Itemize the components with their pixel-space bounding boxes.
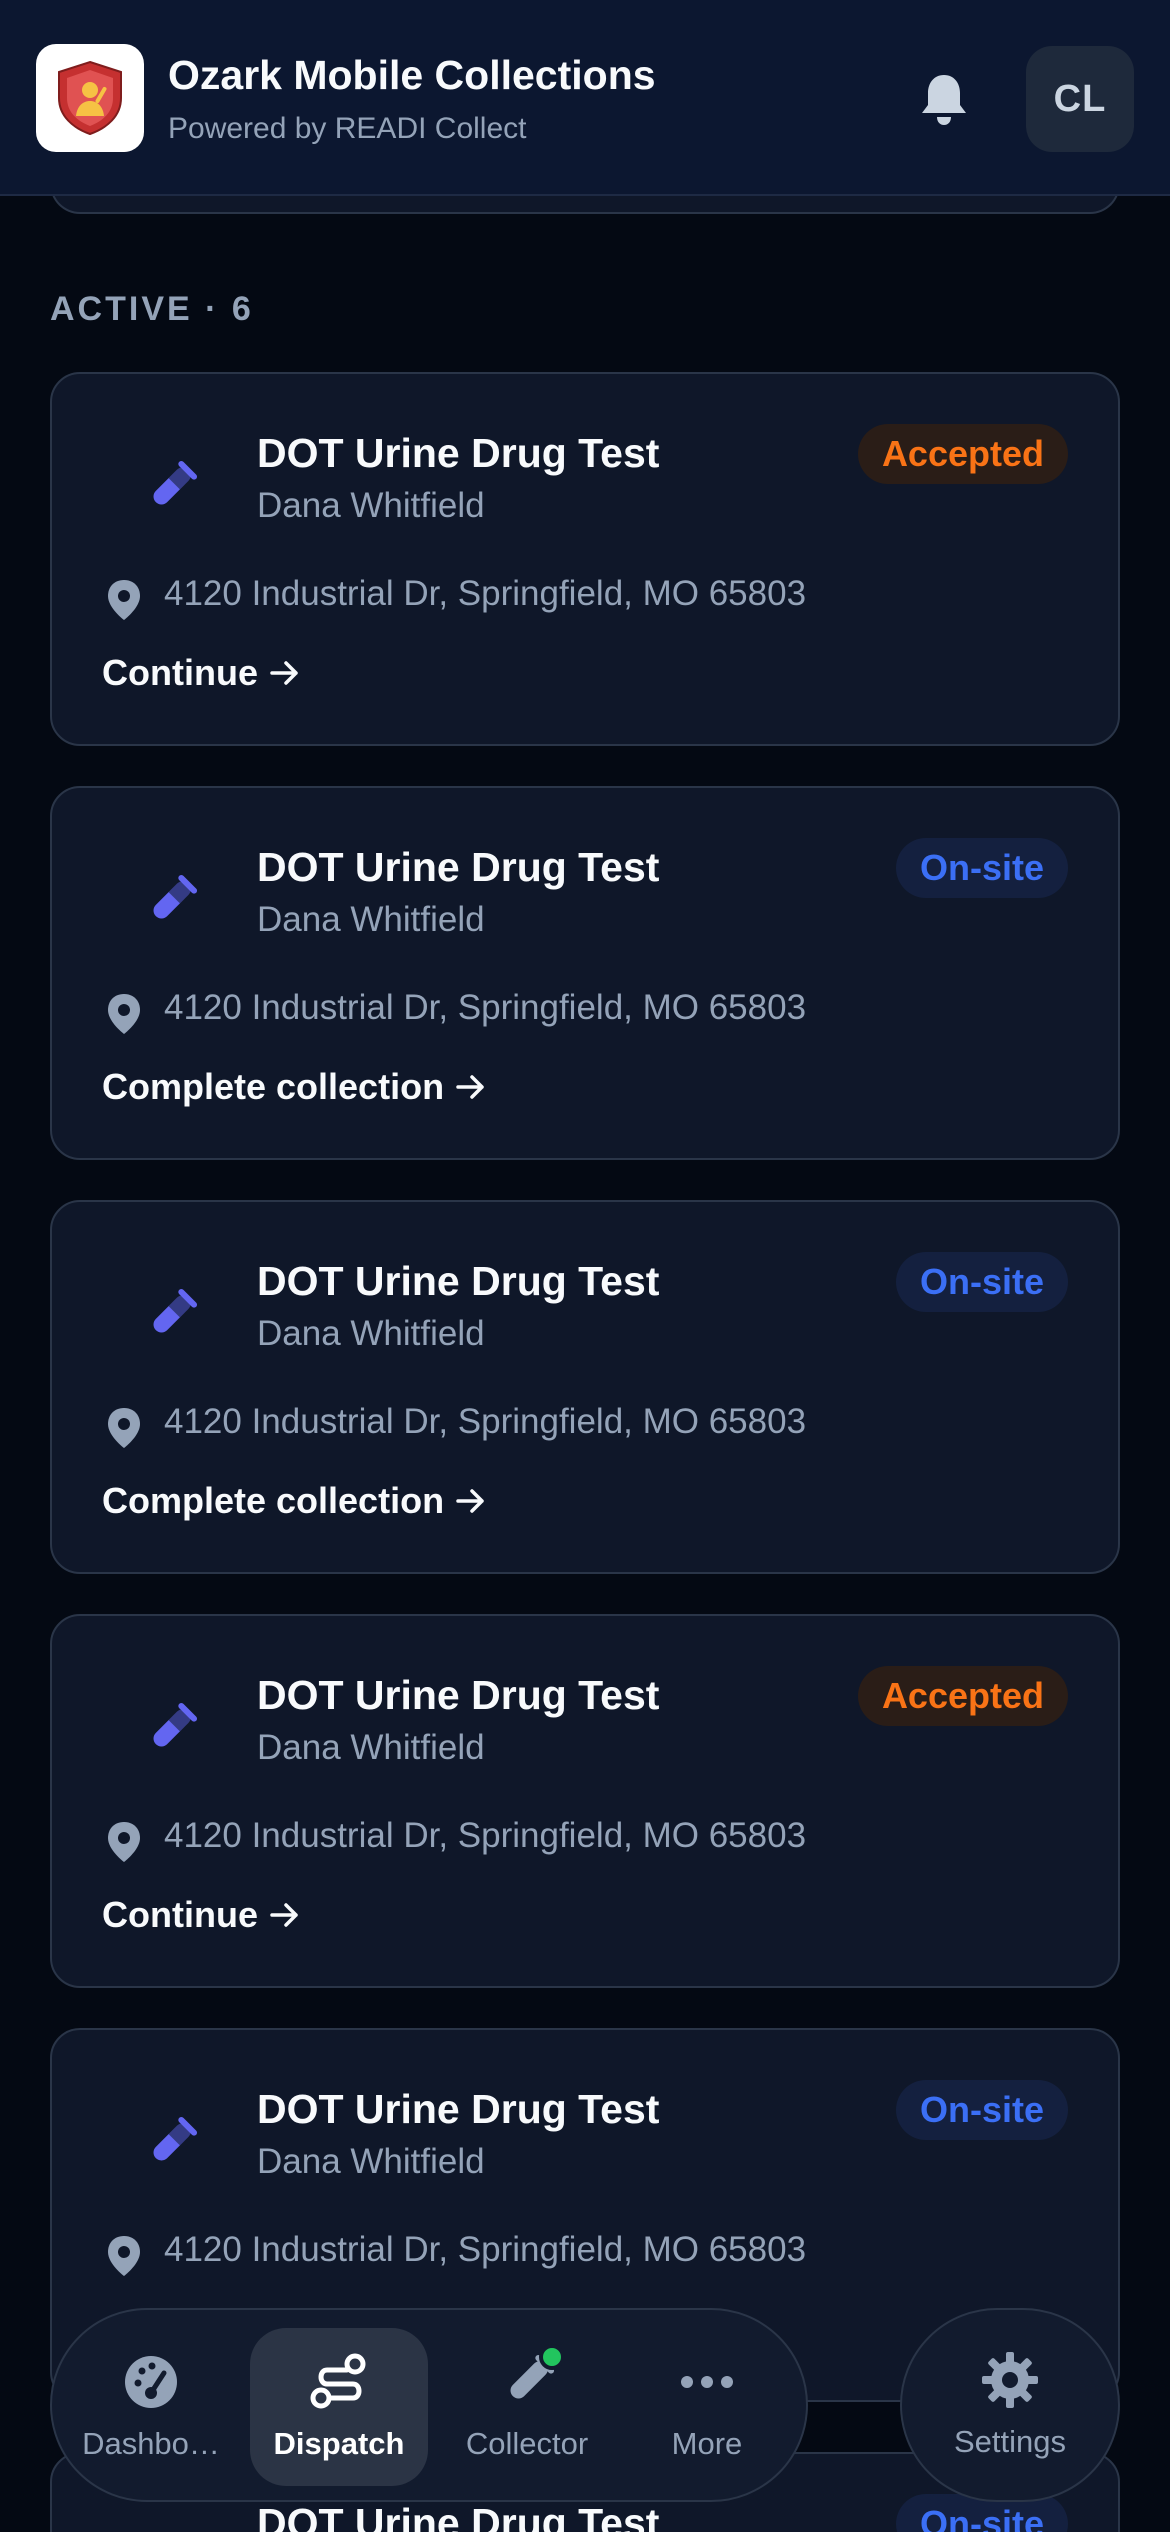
donor-name: Dana Whitfield [257, 900, 485, 939]
action-label: Complete collection [102, 1066, 445, 1107]
gauge-icon [121, 2352, 181, 2412]
arrow-right-icon [456, 1489, 484, 1513]
test-tube-icon [122, 2514, 218, 2532]
job-address: 4120 Industrial Dr, Springfield, MO 6580… [164, 1816, 807, 1855]
job-card[interactable]: DOT Urine Drug Test Dana Whitfield On-si… [50, 786, 1120, 1160]
shield-logo-icon [58, 60, 122, 136]
map-pin-icon [108, 2236, 140, 2276]
job-address: 4120 Industrial Dr, Springfield, MO 6580… [164, 2230, 807, 2269]
app-header: Ozark Mobile Collections Powered by READ… [0, 0, 1170, 196]
bell-icon [922, 75, 966, 125]
job-title: DOT Urine Drug Test [257, 2086, 660, 2132]
arrow-right-icon [270, 1903, 298, 1927]
complete-collection-link[interactable]: Complete collection [102, 1066, 486, 1108]
donor-name: Dana Whitfield [257, 1728, 485, 1767]
job-title: DOT Urine Drug Test [257, 1672, 660, 1718]
online-status-dot [539, 2344, 565, 2370]
test-tube-icon [497, 2344, 565, 2412]
dispatch-screen: Ozark Mobile Collections Powered by READ… [0, 0, 1170, 2532]
tab-label: Dispatch [273, 2426, 405, 2461]
status-badge: Accepted [857, 1666, 1068, 1726]
job-address: 4120 Industrial Dr, Springfield, MO 6580… [164, 1402, 807, 1441]
donor-name: Dana Whitfield [257, 1314, 485, 1353]
tab-more[interactable]: More [618, 2328, 796, 2486]
gear-icon [980, 2350, 1040, 2410]
donor-name: Dana Whitfield [257, 2142, 485, 2181]
tab-label: More [671, 2426, 743, 2461]
job-address: 4120 Industrial Dr, Springfield, MO 6580… [164, 574, 807, 613]
app-title: Ozark Mobile Collections [168, 52, 656, 98]
status-badge: On-site [895, 1252, 1068, 1312]
donor-name: Dana Whitfield [257, 486, 485, 525]
job-card[interactable]: DOT Urine Drug Test Dana Whitfield On-si… [50, 1200, 1120, 1574]
continue-link[interactable]: Continue [102, 1894, 300, 1936]
test-tube-icon [122, 1682, 218, 1778]
settings-label: Settings [953, 2424, 1066, 2459]
arrow-right-icon [270, 661, 298, 685]
map-pin-icon [108, 994, 140, 1034]
more-dots-icon [677, 2352, 737, 2412]
notifications-button[interactable] [912, 68, 976, 132]
tab-collector[interactable]: Collector [438, 2328, 616, 2486]
arrow-right-icon [456, 1075, 484, 1099]
job-address: 4120 Industrial Dr, Springfield, MO 6580… [164, 988, 807, 1027]
status-badge: On-site [895, 838, 1068, 898]
complete-collection-link[interactable]: Complete collection [102, 1480, 486, 1522]
action-label: Complete collection [102, 1480, 445, 1521]
test-tube-icon [122, 1268, 218, 1364]
map-pin-icon [108, 1822, 140, 1862]
map-pin-icon [108, 580, 140, 620]
bottom-tab-bar: Dashbo… Dispatch Collector More [50, 2308, 808, 2502]
app-subtitle: Powered by READI Collect [168, 112, 527, 145]
job-title: DOT Urine Drug Test [257, 1258, 660, 1304]
job-card[interactable]: DOT Urine Drug Test Dana Whitfield Accep… [50, 1614, 1120, 1988]
job-title: DOT Urine Drug Test [257, 844, 660, 890]
map-pin-icon [108, 1408, 140, 1448]
action-label: Continue [102, 652, 258, 693]
action-label: Continue [102, 1894, 258, 1935]
tab-label: Collector [465, 2426, 589, 2461]
job-title: DOT Urine Drug Test [257, 2500, 660, 2532]
user-avatar[interactable]: CL [1026, 46, 1134, 152]
test-tube-icon [122, 440, 218, 536]
app-logo [36, 44, 144, 152]
test-tube-icon [122, 2096, 218, 2192]
route-icon [309, 2352, 369, 2412]
test-tube-icon [122, 854, 218, 950]
continue-link[interactable]: Continue [102, 652, 300, 694]
tab-dashboard[interactable]: Dashbo… [62, 2328, 240, 2486]
tab-label: Dashbo… [82, 2426, 220, 2461]
tab-dispatch[interactable]: Dispatch [250, 2328, 428, 2486]
section-label-active: ACTIVE · 6 [50, 290, 254, 328]
job-card[interactable]: DOT Urine Drug Test Dana Whitfield Accep… [50, 372, 1120, 746]
status-badge: Accepted [857, 424, 1068, 484]
job-title: DOT Urine Drug Test [257, 430, 660, 476]
status-badge: On-site [895, 2080, 1068, 2140]
settings-button[interactable]: Settings [900, 2308, 1120, 2502]
